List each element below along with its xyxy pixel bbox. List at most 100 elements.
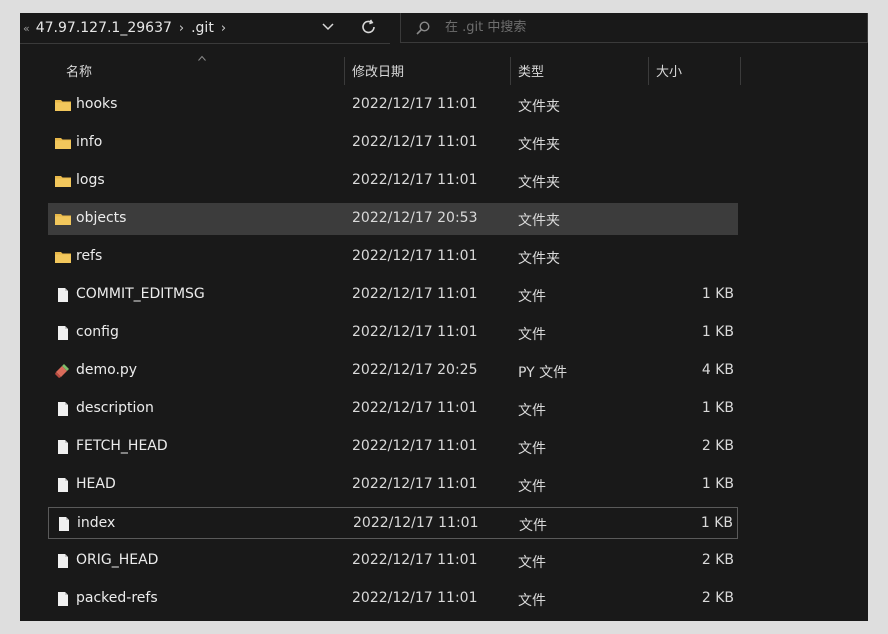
column-header-type[interactable]: 类型 <box>518 53 544 87</box>
file-date: 2022/12/17 11:01 <box>352 400 478 416</box>
file-date: 2022/12/17 11:01 <box>352 96 478 112</box>
file-size: 1 KB <box>701 476 734 492</box>
file-size: 1 KB <box>700 515 733 531</box>
folder-icon <box>55 176 71 187</box>
file-date: 2022/12/17 11:01 <box>352 248 478 264</box>
file-size: 2 KB <box>701 552 734 568</box>
file-name: ORIG_HEAD <box>76 552 159 568</box>
breadcrumb-item-host[interactable]: 47.97.127.1_29637 <box>36 20 172 36</box>
file-type: 文件夹 <box>518 251 560 267</box>
file-type: 文件夹 <box>518 99 560 115</box>
folder-icon <box>55 252 71 263</box>
file-date: 2022/12/17 11:01 <box>353 515 479 531</box>
file-icon <box>58 326 68 340</box>
file-row-refs[interactable]: refs 2022/12/17 11:01 文件夹 <box>48 241 738 273</box>
sort-ascending-icon <box>198 55 206 61</box>
file-icon <box>58 288 68 302</box>
column-header-row: 名称 修改日期 类型 大小 <box>20 53 868 87</box>
refresh-button[interactable] <box>358 16 380 38</box>
file-name: config <box>76 324 119 340</box>
file-row-packed-refs[interactable]: packed-refs 2022/12/17 11:01 文件 2 KB <box>48 583 738 615</box>
chevron-down-icon[interactable] <box>322 20 334 34</box>
file-icon <box>58 402 68 416</box>
file-name: packed-refs <box>76 590 158 606</box>
breadcrumb-item-git[interactable]: .git <box>191 20 214 36</box>
file-row-demo-py[interactable]: demo.py 2022/12/17 20:25 PY 文件 4 KB <box>48 355 738 387</box>
file-size: 2 KB <box>701 590 734 606</box>
search-icon <box>416 20 430 35</box>
file-name: info <box>76 134 103 150</box>
file-type: 文件 <box>518 593 546 609</box>
file-row-fetch-head[interactable]: FETCH_HEAD 2022/12/17 11:01 文件 2 KB <box>48 431 738 463</box>
file-date: 2022/12/17 11:01 <box>352 324 478 340</box>
column-divider[interactable] <box>510 57 511 85</box>
file-name: refs <box>76 248 103 264</box>
file-name: description <box>76 400 154 416</box>
file-date: 2022/12/17 11:01 <box>352 286 478 302</box>
column-divider[interactable] <box>344 57 345 85</box>
file-type: 文件 <box>518 403 546 419</box>
file-name: index <box>77 515 116 531</box>
refresh-icon <box>362 19 375 34</box>
file-size: 4 KB <box>701 362 734 378</box>
breadcrumb-separator[interactable]: › <box>179 21 184 36</box>
breadcrumb-overflow[interactable]: « <box>23 22 30 35</box>
file-icon <box>59 517 69 531</box>
file-date: 2022/12/17 20:53 <box>352 210 478 226</box>
file-icon <box>58 592 68 606</box>
file-type: 文件夹 <box>518 137 560 153</box>
file-date: 2022/12/17 11:01 <box>352 134 478 150</box>
file-name: HEAD <box>76 476 116 492</box>
file-row-hooks[interactable]: hooks 2022/12/17 11:01 文件夹 <box>48 89 738 121</box>
file-name: COMMIT_EDITMSG <box>76 286 205 302</box>
file-type: 文件夹 <box>518 213 560 229</box>
file-name: logs <box>76 172 105 188</box>
file-date: 2022/12/17 20:25 <box>352 362 478 378</box>
file-name: hooks <box>76 96 118 112</box>
search-box[interactable] <box>400 13 868 43</box>
python-file-icon <box>55 364 69 378</box>
file-row-index[interactable]: index 2022/12/17 11:01 文件 1 KB <box>48 507 738 539</box>
file-row-objects[interactable]: objects 2022/12/17 20:53 文件夹 <box>48 203 738 235</box>
column-divider[interactable] <box>740 57 741 85</box>
file-icon <box>58 478 68 492</box>
file-type: 文件 <box>518 441 546 457</box>
file-date: 2022/12/17 11:01 <box>352 552 478 568</box>
file-name: FETCH_HEAD <box>76 438 168 454</box>
file-icon <box>58 554 68 568</box>
file-row-info[interactable]: info 2022/12/17 11:01 文件夹 <box>48 127 738 159</box>
breadcrumb-separator[interactable]: › <box>221 21 226 36</box>
column-header-name[interactable]: 名称 <box>66 53 92 87</box>
folder-icon <box>55 100 71 111</box>
file-date: 2022/12/17 11:01 <box>352 476 478 492</box>
address-bar[interactable]: « 47.97.127.1_29637 › .git › <box>20 13 390 44</box>
file-icon <box>58 440 68 454</box>
file-size: 1 KB <box>701 400 734 416</box>
column-header-date[interactable]: 修改日期 <box>352 53 404 87</box>
file-row-head[interactable]: HEAD 2022/12/17 11:01 文件 1 KB <box>48 469 738 501</box>
file-row-description[interactable]: description 2022/12/17 11:01 文件 1 KB <box>48 393 738 425</box>
file-type: 文件 <box>518 327 546 343</box>
file-size: 2 KB <box>701 438 734 454</box>
file-explorer-window: « 47.97.127.1_29637 › .git › 名称 修改日期 类型 <box>20 13 868 621</box>
file-type: 文件 <box>518 479 546 495</box>
file-date: 2022/12/17 11:01 <box>352 438 478 454</box>
file-date: 2022/12/17 11:01 <box>352 590 478 606</box>
file-type: 文件 <box>518 289 546 305</box>
file-row-orig-head[interactable]: ORIG_HEAD 2022/12/17 11:01 文件 2 KB <box>48 545 738 577</box>
column-header-size[interactable]: 大小 <box>656 53 682 87</box>
folder-icon <box>55 138 71 149</box>
column-divider[interactable] <box>648 57 649 85</box>
folder-icon <box>55 214 71 225</box>
file-size: 1 KB <box>701 286 734 302</box>
file-row-logs[interactable]: logs 2022/12/17 11:01 文件夹 <box>48 165 738 197</box>
file-name: objects <box>76 210 127 226</box>
file-type: 文件 <box>519 518 547 534</box>
file-type: 文件夹 <box>518 175 560 191</box>
file-size: 1 KB <box>701 324 734 340</box>
file-row-commit-editmsg[interactable]: COMMIT_EDITMSG 2022/12/17 11:01 文件 1 KB <box>48 279 738 311</box>
file-type: 文件 <box>518 555 546 571</box>
file-row-config[interactable]: config 2022/12/17 11:01 文件 1 KB <box>48 317 738 349</box>
file-name: demo.py <box>76 362 138 378</box>
search-input[interactable] <box>443 19 827 36</box>
